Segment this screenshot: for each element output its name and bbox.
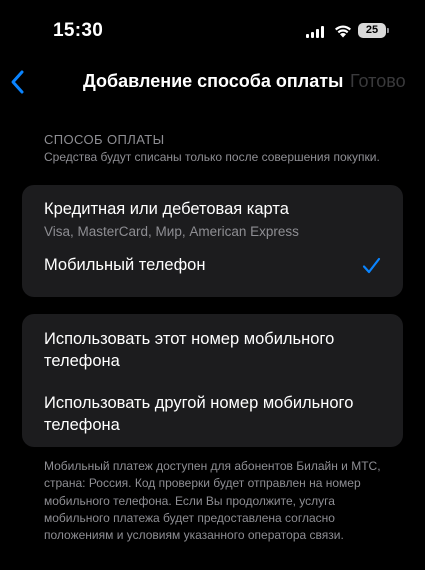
use-other-number-label: Использовать другой номер мобильного тел… bbox=[44, 394, 354, 434]
payment-method-card[interactable]: Кредитная или дебетовая карта Visa, Mast… bbox=[22, 185, 403, 247]
payment-method-card-subtitle: Visa, MasterCard, Мир, American Express bbox=[44, 224, 299, 239]
use-this-number-label: Использовать этот номер мобильного телеф… bbox=[44, 330, 335, 370]
battery-tip bbox=[387, 28, 389, 33]
section-header: СПОСОБ ОПЛАТЫ Средства будут списаны тол… bbox=[44, 132, 384, 165]
payment-method-card-title: Кредитная или дебетовая карта bbox=[44, 200, 289, 218]
payment-method-mobile-title: Мобильный телефон bbox=[44, 256, 206, 274]
status-time: 15:30 bbox=[53, 20, 104, 41]
navigation-bar: Добавление способа оплаты Готово bbox=[0, 60, 425, 104]
page-title: Добавление способа оплаты bbox=[83, 71, 344, 91]
payment-method-list: Кредитная или дебетовая карта Visa, Mast… bbox=[22, 185, 403, 297]
checkmark-icon bbox=[362, 257, 381, 274]
footer-note: Мобильный платеж доступен для абонентов … bbox=[44, 459, 381, 543]
chevron-left-icon[interactable] bbox=[6, 68, 30, 96]
battery-icon: 25 bbox=[358, 23, 386, 38]
done-button[interactable]: Готово bbox=[350, 71, 406, 92]
payment-method-mobile[interactable]: Мобильный телефон bbox=[22, 247, 403, 297]
use-this-number-option[interactable]: Использовать этот номер мобильного телеф… bbox=[22, 314, 403, 378]
section-description: Средства будут списаны только после сове… bbox=[44, 150, 380, 164]
signal-icon bbox=[306, 26, 328, 38]
section-title: СПОСОБ ОПЛАТЫ bbox=[44, 132, 165, 147]
status-bar: 15:30 25 bbox=[0, 0, 425, 60]
wifi-icon bbox=[335, 25, 351, 38]
use-other-number-option[interactable]: Использовать другой номер мобильного тел… bbox=[22, 378, 403, 447]
phone-option-list: Использовать этот номер мобильного телеф… bbox=[22, 314, 403, 447]
